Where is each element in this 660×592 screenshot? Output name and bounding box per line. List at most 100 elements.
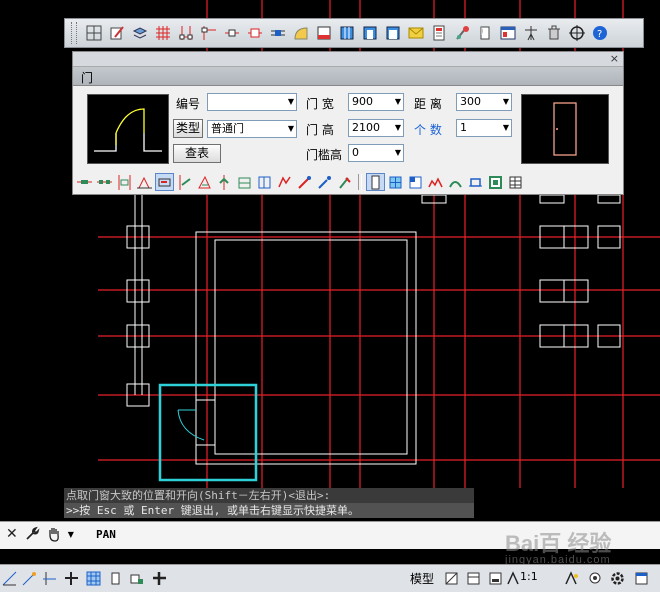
center-insert-icon[interactable] — [155, 173, 174, 191]
stack-icon[interactable] — [215, 173, 234, 191]
tool-icon[interactable] — [474, 22, 495, 44]
compass-icon[interactable] — [520, 22, 541, 44]
delete-icon[interactable] — [497, 22, 518, 44]
count-combobox[interactable]: 1 ▼ — [456, 119, 512, 137]
toolbar-separator — [358, 174, 362, 190]
opening-icon[interactable] — [267, 22, 288, 44]
dimension-icon[interactable] — [359, 22, 380, 44]
chevron-down-icon: ▼ — [502, 97, 509, 106]
layout-icon[interactable] — [128, 569, 147, 587]
grid-display-icon[interactable] — [84, 569, 103, 587]
distance-combobox[interactable]: 300 ▼ — [456, 93, 512, 111]
command-close-icon[interactable]: ✕ — [6, 526, 18, 542]
stair-icon[interactable] — [290, 22, 311, 44]
axis-insert-icon[interactable] — [115, 173, 134, 191]
layout-view-icon[interactable] — [464, 569, 483, 587]
model-tab[interactable]: 模型 — [410, 570, 434, 587]
text-icon[interactable] — [382, 22, 403, 44]
dialog-titlebar[interactable]: × — [73, 52, 623, 67]
grid-icon[interactable] — [152, 22, 173, 44]
along-wall-icon[interactable] — [95, 173, 114, 191]
wall-icon[interactable] — [198, 22, 219, 44]
chevron-down-icon[interactable]: ▼ — [68, 530, 74, 539]
drawing-view-icon[interactable] — [486, 569, 505, 587]
svg-text:?: ? — [597, 29, 602, 40]
mirror-icon[interactable] — [235, 173, 254, 191]
door-plan-preview[interactable] — [87, 94, 169, 164]
number-combobox[interactable]: ▼ — [207, 93, 297, 111]
symbol-icon[interactable] — [405, 22, 426, 44]
chevron-down-icon: ▼ — [394, 148, 401, 157]
free-insert-icon[interactable] — [75, 173, 94, 191]
quick-view-icon[interactable] — [442, 569, 461, 587]
annotation-visibility-icon[interactable] — [562, 569, 581, 587]
baidu-watermark: Bai百 经验 jingyan.baidu.com — [505, 526, 611, 566]
threshold-height-label: 门槛高 — [306, 148, 343, 162]
door-type-value: 普通门 — [211, 122, 244, 135]
edit-axis-icon[interactable] — [106, 22, 127, 44]
axis-grid-icon[interactable] — [83, 22, 104, 44]
settings-icon[interactable] — [608, 569, 627, 587]
room-icon[interactable] — [313, 22, 334, 44]
trash-icon[interactable] — [543, 22, 564, 44]
annotation-scale[interactable]: 1:1 — [520, 570, 538, 583]
type-button[interactable]: 类型 — [173, 119, 203, 138]
gate-icon[interactable] — [255, 173, 274, 191]
layers-icon[interactable] — [129, 22, 150, 44]
ortho-icon[interactable] — [20, 569, 39, 587]
count-value: 1 — [460, 121, 467, 134]
corner-icon[interactable] — [195, 173, 214, 191]
window-icon[interactable] — [244, 22, 265, 44]
fill-icon[interactable] — [315, 173, 334, 191]
threshold-height-combobox[interactable]: 0 ▼ — [348, 144, 404, 162]
threshold-height-value: 0 — [352, 146, 359, 159]
lookup-table-button[interactable]: 查表 — [173, 144, 221, 163]
door-icon[interactable] — [221, 22, 242, 44]
help-icon[interactable]: ? — [589, 22, 610, 44]
pan-hand-icon[interactable] — [46, 526, 62, 542]
door-window-icon[interactable] — [175, 173, 194, 191]
wrench-icon[interactable] — [24, 526, 40, 542]
number-label: 编号 — [176, 97, 201, 111]
book-icon[interactable] — [428, 22, 449, 44]
pick-icon[interactable] — [335, 173, 354, 191]
door-type-select[interactable]: 普通门 ▼ — [207, 120, 297, 138]
window-type-icon[interactable] — [386, 173, 405, 191]
flat-icon[interactable] — [426, 173, 445, 191]
status-bar: 模型 1:1 — [0, 564, 660, 592]
door-elevation-preview[interactable] — [521, 94, 609, 164]
table-icon[interactable] — [336, 22, 357, 44]
crosshair-icon[interactable] — [566, 22, 587, 44]
upper-insert-icon[interactable] — [135, 173, 154, 191]
door-tools-toolbar — [75, 172, 621, 192]
polar-icon[interactable] — [40, 569, 59, 587]
door-height-label: 门 高 — [306, 123, 334, 137]
osnap-icon[interactable] — [62, 569, 81, 587]
bay-icon[interactable] — [406, 173, 425, 191]
table-view-icon[interactable] — [506, 173, 525, 191]
door-width-combobox[interactable]: 900 ▼ — [348, 93, 404, 111]
file-icon[interactable] — [451, 22, 472, 44]
column-icon[interactable] — [175, 22, 196, 44]
door-width-label: 门 宽 — [306, 97, 334, 111]
distance-value: 300 — [460, 95, 481, 108]
frame-icon[interactable] — [466, 173, 485, 191]
arc-door-icon[interactable] — [446, 173, 465, 191]
combine-icon[interactable] — [295, 173, 314, 191]
select-icon[interactable] — [486, 173, 505, 191]
add-icon[interactable] — [150, 569, 169, 587]
dialog-tab-door[interactable]: 门 — [73, 67, 623, 86]
snap-icon[interactable] — [0, 569, 19, 587]
model-space-icon[interactable] — [106, 569, 125, 587]
arc-icon[interactable] — [275, 173, 294, 191]
door-height-value: 2100 — [352, 121, 380, 134]
door-type-icon[interactable] — [366, 173, 385, 191]
toolbar-grip[interactable] — [71, 22, 77, 44]
dialog-close-button[interactable]: × — [610, 52, 619, 65]
chevron-down-icon: ▼ — [287, 124, 294, 133]
maximize-icon[interactable] — [632, 569, 651, 587]
lock-icon[interactable] — [586, 569, 605, 587]
door-height-combobox[interactable]: 2100 ▼ — [348, 119, 404, 137]
command-history: 点取门窗大致的位置和开向(Shift－左右开)<退出>: >>按 Esc 或 E… — [64, 488, 474, 518]
command-input[interactable]: PAN — [96, 528, 116, 541]
